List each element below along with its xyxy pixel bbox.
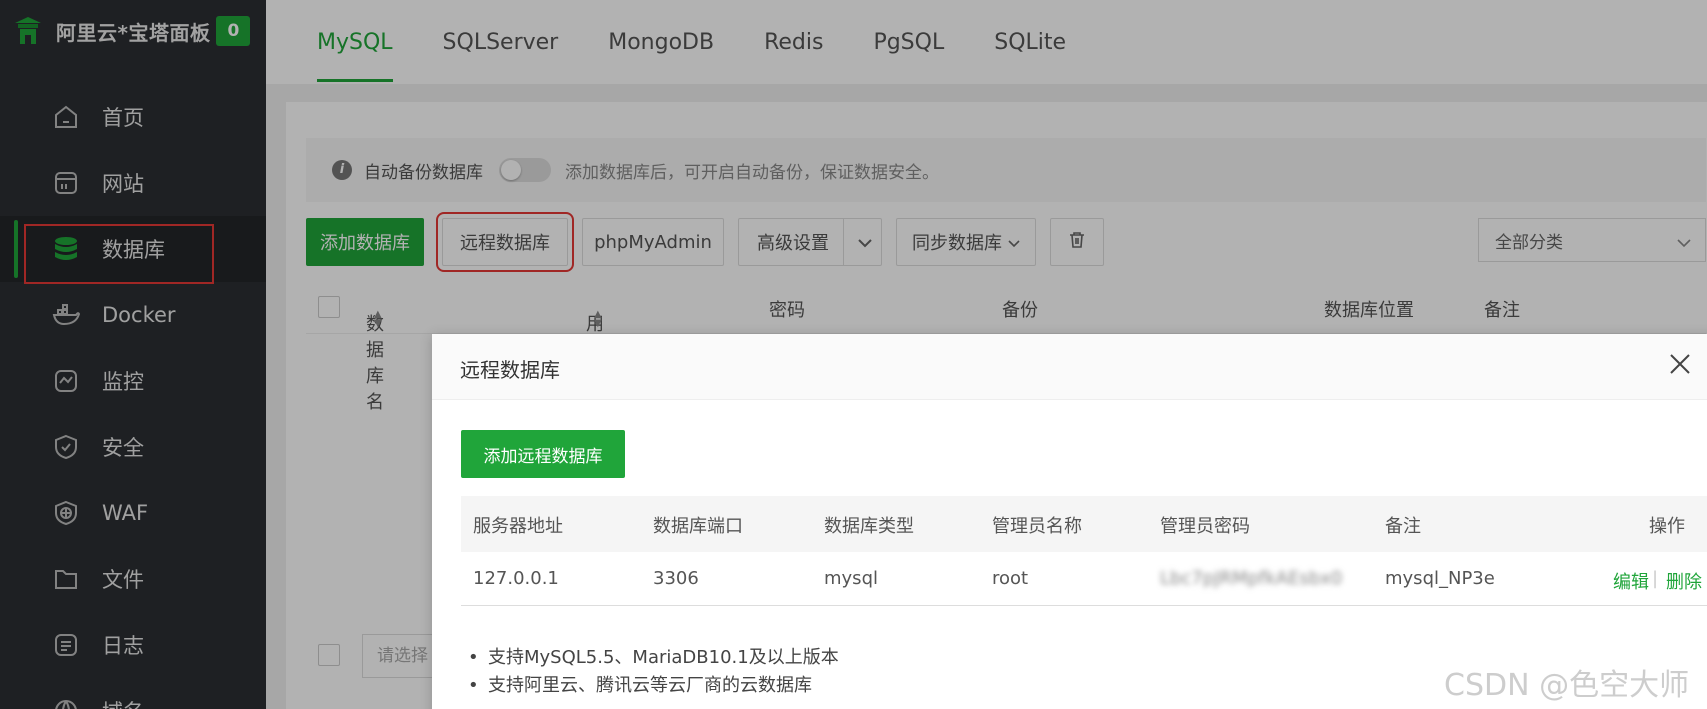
column-header-actions: 操作 xyxy=(1649,516,1685,537)
remote-database-table: 服务器地址 数据库端口 数据库类型 管理员名称 管理员密码 备注 操作 127.… xyxy=(461,496,1707,606)
table-row: 127.0.0.1 3306 mysql root Lbc7pJRMpfkAEs… xyxy=(461,552,1707,606)
cell-note[interactable]: mysql_NP3e xyxy=(1385,568,1495,589)
cell-port: 3306 xyxy=(653,568,699,589)
cell-host: 127.0.0.1 xyxy=(473,568,559,589)
watermark: CSDN @色空大师 xyxy=(1444,668,1690,703)
close-icon[interactable] xyxy=(1668,352,1696,380)
list-item: 支持MySQL5.5、MariaDB10.1及以上版本 xyxy=(468,644,839,672)
column-header-admin: 管理员名称 xyxy=(992,516,1082,537)
list-item: 支持阿里云、腾讯云等云厂商的云数据库 xyxy=(468,672,839,700)
column-header-note: 备注 xyxy=(1385,516,1421,537)
remote-database-dialog: 远程数据库 添加远程数据库 服务器地址 数据库端口 数据库类型 管理员名称 管理… xyxy=(432,334,1707,709)
link-separator: | xyxy=(1652,568,1659,589)
cell-type: mysql xyxy=(824,568,878,589)
remote-table-header: 服务器地址 数据库端口 数据库类型 管理员名称 管理员密码 备注 操作 xyxy=(461,496,1707,552)
column-header-port: 数据库端口 xyxy=(653,516,743,537)
column-header-admin-password: 管理员密码 xyxy=(1160,516,1250,537)
delete-link[interactable]: 删除 xyxy=(1666,568,1702,594)
edit-link[interactable]: 编辑 xyxy=(1613,568,1649,594)
column-header-type: 数据库类型 xyxy=(824,516,914,537)
cell-password: Lbc7pJRMpfkAEsbx0 xyxy=(1160,568,1343,589)
add-remote-database-button[interactable]: 添加远程数据库 xyxy=(461,430,625,478)
app-window: 阿里云*宝塔面板 0 首页 网站 数据库 Docker 监控 安全 WAF 文件… xyxy=(0,0,1707,709)
dialog-header: 远程数据库 xyxy=(432,334,1707,400)
cell-admin: root xyxy=(992,568,1029,589)
dialog-title: 远程数据库 xyxy=(460,358,560,382)
support-notes: 支持MySQL5.5、MariaDB10.1及以上版本 支持阿里云、腾讯云等云厂… xyxy=(468,644,839,700)
column-header-host: 服务器地址 xyxy=(473,516,563,537)
